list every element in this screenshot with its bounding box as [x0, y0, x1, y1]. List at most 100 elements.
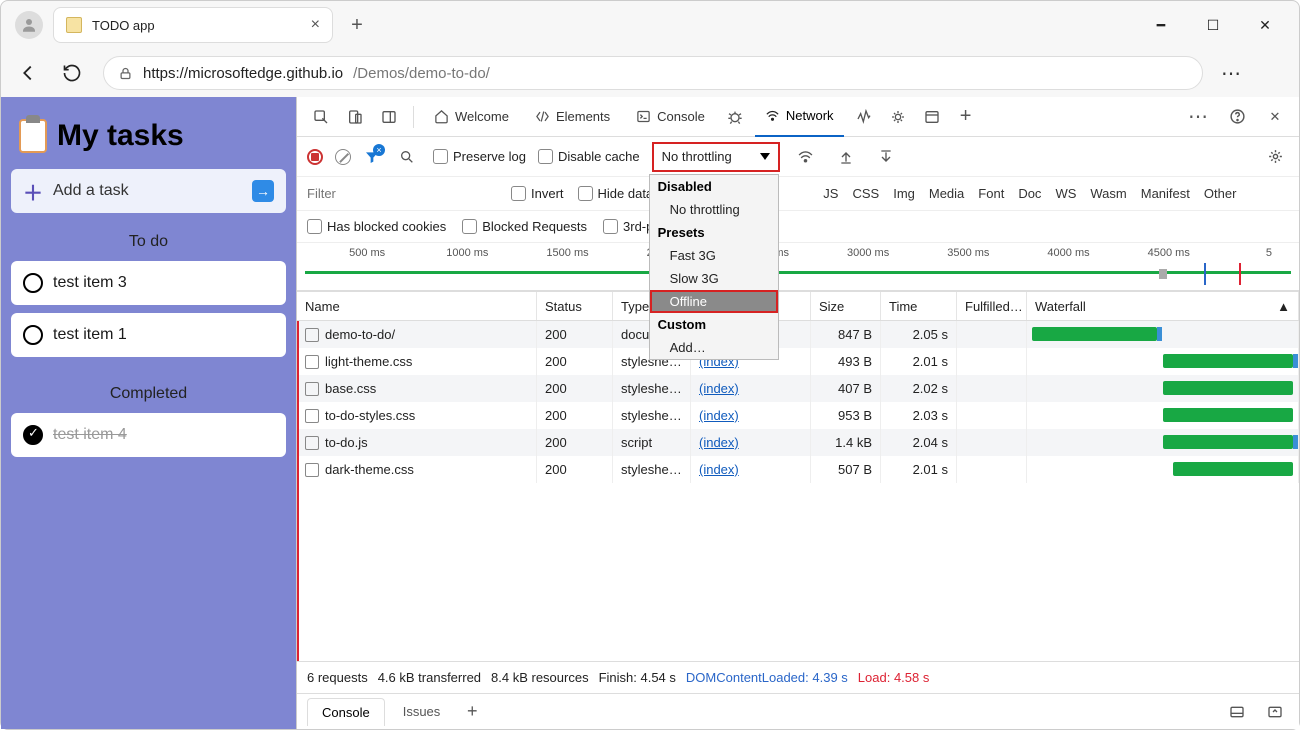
devtools-menu-icon[interactable]: ⋯: [1185, 103, 1213, 131]
network-table-body[interactable]: demo-to-do/200docum…Other847 B2.05 sligh…: [297, 321, 1299, 661]
filter-pill-doc[interactable]: Doc: [1018, 186, 1041, 201]
record-button[interactable]: [307, 149, 323, 165]
network-timeline-ruler[interactable]: 500 ms1000 ms1500 ms2000 ms2500 ms3000 m…: [297, 243, 1299, 291]
status-transferred: 4.6 kB transferred: [378, 670, 481, 685]
throttle-option[interactable]: No throttling: [650, 198, 778, 221]
network-table-header[interactable]: NameStatusTypeInitiatorSizeTimeFulfilled…: [297, 291, 1299, 321]
filter-pill-ws[interactable]: WS: [1055, 186, 1076, 201]
network-row[interactable]: to-do-styles.css200styleshe…(index)953 B…: [297, 402, 1299, 429]
filter-pill-font[interactable]: Font: [978, 186, 1004, 201]
filter-pill-media[interactable]: Media: [929, 186, 964, 201]
search-icon[interactable]: [393, 143, 421, 171]
network-row[interactable]: to-do.js200script(index)1.4 kB2.04 s: [297, 429, 1299, 456]
export-har-icon[interactable]: [872, 143, 900, 171]
profile-avatar[interactable]: [15, 11, 43, 39]
help-icon[interactable]: [1223, 103, 1251, 131]
request-status: 200: [537, 456, 613, 483]
request-initiator[interactable]: (index): [691, 402, 811, 429]
new-tab-button[interactable]: +: [341, 9, 373, 41]
column-header[interactable]: Fulfilled…: [957, 292, 1027, 320]
request-status: 200: [537, 321, 613, 348]
request-fulfilled: [957, 402, 1027, 429]
device-toggle-icon[interactable]: [341, 103, 369, 131]
network-table: NameStatusTypeInitiatorSizeTimeFulfilled…: [297, 291, 1299, 661]
invert-checkbox[interactable]: Invert: [511, 186, 564, 201]
throttle-option[interactable]: Add…: [650, 336, 778, 359]
drawer-expand-icon[interactable]: [1261, 698, 1289, 726]
bug-icon[interactable]: [721, 103, 749, 131]
browser-titlebar: TODO app × + ━ ☐ ✕: [1, 1, 1299, 49]
nav-back-button[interactable]: [15, 60, 41, 86]
throttle-option[interactable]: Offline: [650, 290, 778, 313]
inspect-element-icon[interactable]: [307, 103, 335, 131]
filter-toggle-icon[interactable]: ×: [363, 148, 381, 166]
ruler-tick: 1000 ms: [446, 247, 488, 259]
network-settings-icon[interactable]: [1261, 143, 1289, 171]
dock-side-icon[interactable]: [375, 103, 403, 131]
column-header[interactable]: Waterfall▲: [1027, 292, 1299, 320]
filter-pill-manifest[interactable]: Manifest: [1141, 186, 1190, 201]
window-maximize-button[interactable]: ☐: [1199, 11, 1227, 39]
application-icon[interactable]: [918, 103, 946, 131]
nav-refresh-button[interactable]: [59, 60, 85, 86]
filter-input[interactable]: [307, 186, 497, 201]
network-row[interactable]: dark-theme.css200styleshe…(index)507 B2.…: [297, 456, 1299, 483]
task-item[interactable]: test item 1: [11, 313, 286, 357]
address-bar[interactable]: https://microsoftedge.github.io/Demos/de…: [103, 56, 1203, 90]
filter-pill-wasm[interactable]: Wasm: [1090, 186, 1126, 201]
request-name: to-do.js: [325, 435, 368, 450]
window-minimize-button[interactable]: ━: [1147, 11, 1175, 39]
browser-tab[interactable]: TODO app ×: [53, 7, 333, 43]
column-header[interactable]: Name: [297, 292, 537, 320]
tab-close-icon[interactable]: ×: [311, 16, 320, 34]
blocked-requests-checkbox[interactable]: Blocked Requests: [462, 219, 587, 234]
throttling-dropdown[interactable]: No throttling DisabledNo throttlingPrese…: [652, 142, 780, 172]
performance-icon[interactable]: [850, 103, 878, 131]
column-header[interactable]: Status: [537, 292, 613, 320]
checkbox-icon[interactable]: [23, 325, 43, 345]
filter-pill-img[interactable]: Img: [893, 186, 915, 201]
filter-badge: ×: [373, 144, 385, 156]
filter-pill-css[interactable]: CSS: [852, 186, 879, 201]
preserve-log-checkbox[interactable]: Preserve log: [433, 149, 526, 164]
more-tabs-icon[interactable]: +: [952, 103, 980, 131]
memory-icon[interactable]: [884, 103, 912, 131]
column-header[interactable]: Size: [811, 292, 881, 320]
devtools-close-icon[interactable]: ✕: [1261, 103, 1289, 131]
drawer-add-tab-icon[interactable]: +: [458, 698, 486, 726]
network-row[interactable]: light-theme.css200styleshe…(index)493 B2…: [297, 348, 1299, 375]
blocked-cookies-checkbox[interactable]: Has blocked cookies: [307, 219, 446, 234]
clipboard-icon: [19, 119, 47, 153]
network-row[interactable]: demo-to-do/200docum…Other847 B2.05 s: [297, 321, 1299, 348]
task-item[interactable]: test item 3: [11, 261, 286, 305]
browser-menu-button[interactable]: ⋯: [1221, 61, 1243, 86]
network-toolbar: × Preserve log Disable cache No throttli…: [297, 137, 1299, 177]
disable-cache-checkbox[interactable]: Disable cache: [538, 149, 640, 164]
column-header[interactable]: Time: [881, 292, 957, 320]
drawer-tab-console[interactable]: Console: [307, 698, 385, 726]
tab-console[interactable]: Console: [626, 97, 715, 137]
status-load: Load: 4.58 s: [858, 670, 930, 685]
filter-pill-js[interactable]: JS: [823, 186, 838, 201]
add-task-button[interactable]: ＋ Add a task →: [11, 169, 286, 213]
task-item-completed[interactable]: test item 4: [11, 413, 286, 457]
checkbox-icon[interactable]: [23, 273, 43, 293]
request-initiator[interactable]: (index): [691, 375, 811, 402]
throttle-option[interactable]: Slow 3G: [650, 267, 778, 290]
drawer-toggle-icon[interactable]: [1223, 698, 1251, 726]
network-row[interactable]: base.css200styleshe…(index)407 B2.02 s: [297, 375, 1299, 402]
request-initiator[interactable]: (index): [691, 429, 811, 456]
window-close-button[interactable]: ✕: [1251, 11, 1279, 39]
throttle-option[interactable]: Fast 3G: [650, 244, 778, 267]
tab-elements[interactable]: Elements: [525, 97, 620, 137]
checkbox-checked-icon[interactable]: [23, 425, 43, 445]
request-initiator[interactable]: (index): [691, 456, 811, 483]
import-har-icon[interactable]: [832, 143, 860, 171]
ruler-tick: 3000 ms: [847, 247, 889, 259]
tab-welcome[interactable]: Welcome: [424, 97, 519, 137]
clear-button[interactable]: [335, 149, 351, 165]
filter-pill-other[interactable]: Other: [1204, 186, 1237, 201]
network-conditions-icon[interactable]: [792, 143, 820, 171]
tab-network[interactable]: Network: [755, 97, 844, 137]
drawer-tab-issues[interactable]: Issues: [389, 698, 455, 725]
